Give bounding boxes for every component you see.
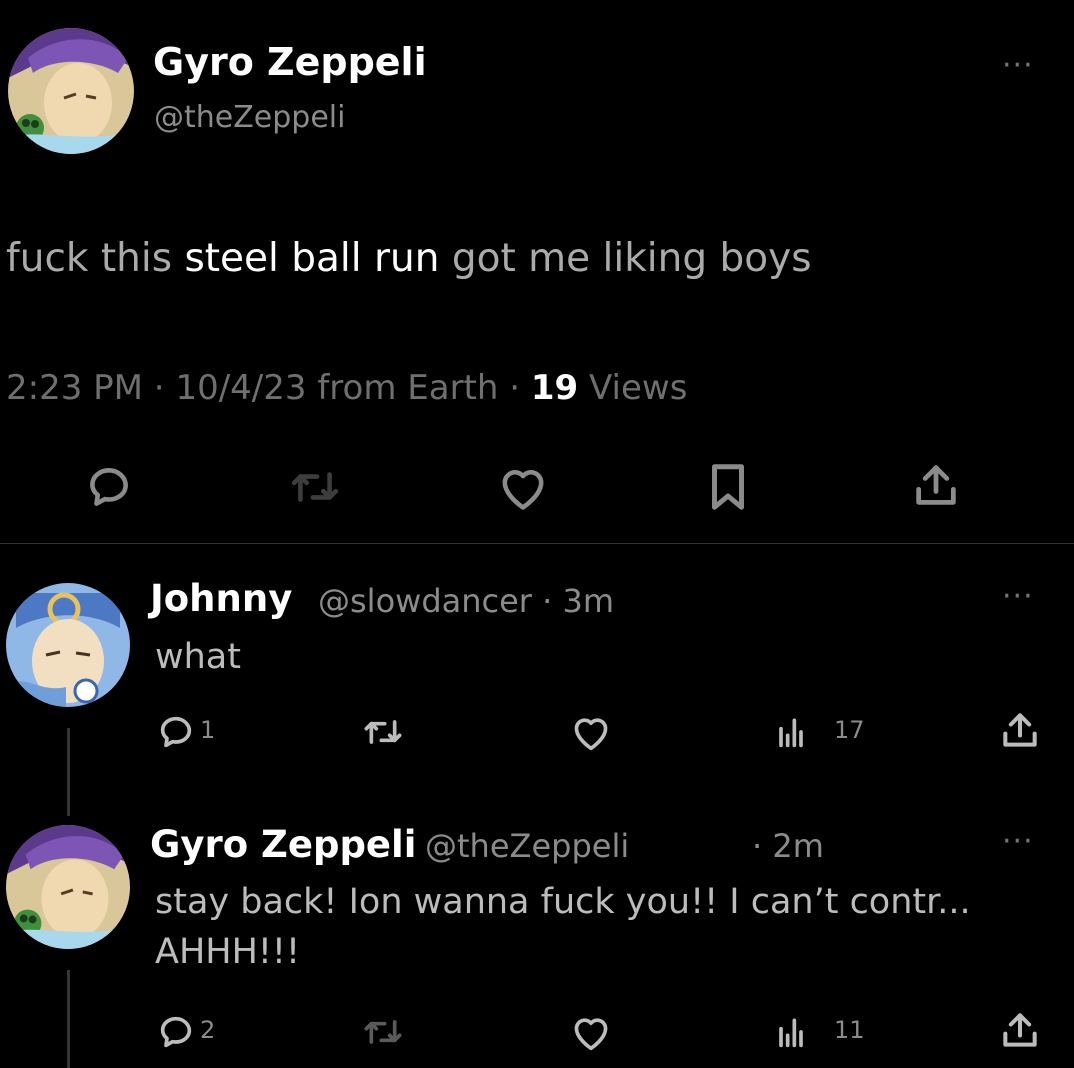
avatar-gyro[interactable] — [6, 825, 130, 949]
tweet-text-start: fuck this — [6, 236, 185, 281]
reply-author-name[interactable]: Johnny — [150, 577, 292, 620]
reply-time[interactable]: 3m — [562, 582, 614, 620]
bookmark-icon[interactable] — [704, 460, 752, 514]
avatar-gyro[interactable] — [8, 28, 134, 154]
meta-separator: · — [143, 368, 176, 408]
reply-icon[interactable] — [84, 462, 134, 512]
reply-text-line-2: AHHH!!! — [155, 932, 300, 972]
views-count: 11 — [834, 1016, 865, 1044]
time-separator: · — [752, 827, 773, 865]
share-icon[interactable] — [998, 708, 1042, 752]
share-icon[interactable] — [910, 458, 962, 512]
tweet-source: from Earth — [306, 368, 499, 408]
reply-text-line-1: stay back! Ion wanna fuck you!! I can’t … — [155, 882, 971, 922]
avatar-johnny[interactable] — [6, 583, 130, 707]
reply-time[interactable]: 2m — [772, 827, 824, 865]
reply-text: what — [155, 637, 241, 677]
like-icon[interactable] — [569, 712, 613, 752]
reply-count: 2 — [200, 1016, 216, 1044]
time-separator: · — [531, 582, 563, 620]
reply-author-name[interactable]: Gyro Zeppeli — [150, 823, 416, 866]
tweet-date[interactable]: 10/4/23 — [175, 368, 306, 408]
thread-line — [67, 970, 70, 1068]
divider — [0, 543, 1074, 544]
views-label: Views — [578, 368, 688, 408]
views-icon[interactable] — [776, 712, 806, 752]
share-icon[interactable] — [998, 1008, 1042, 1052]
thread-line — [67, 728, 70, 816]
retweet-icon[interactable] — [287, 462, 343, 512]
author-name[interactable]: Gyro Zeppeli — [153, 40, 427, 84]
reply-count: 1 — [200, 716, 216, 744]
like-icon[interactable] — [569, 1012, 613, 1052]
views-count: 17 — [834, 716, 865, 744]
tweet-time[interactable]: 2:23 PM — [6, 368, 143, 408]
tweet-text-highlight[interactable]: steel ball run — [184, 236, 439, 281]
retweet-icon[interactable] — [360, 1012, 406, 1052]
tweet-text: fuck this steel ball run got me liking b… — [6, 236, 812, 281]
views-count[interactable]: 19 — [531, 368, 578, 408]
more-options-icon[interactable]: ··· — [1002, 51, 1034, 81]
reply-author-handle[interactable]: @slowdancer · 3m — [318, 582, 614, 620]
more-options-icon[interactable]: ··· — [1002, 827, 1034, 857]
more-options-icon[interactable]: ··· — [1002, 582, 1034, 612]
meta-separator: · — [498, 368, 531, 408]
reply-icon[interactable] — [156, 712, 196, 752]
reply-time-wrap: · 2m — [752, 827, 824, 865]
tweet-meta: 2:23 PM · 10/4/23 from Earth · 19 Views — [6, 368, 687, 408]
reply-handle-text[interactable]: @slowdancer — [318, 582, 532, 620]
retweet-icon[interactable] — [360, 712, 406, 752]
views-icon[interactable] — [776, 1012, 806, 1052]
tweet-text-end: got me liking boys — [439, 236, 812, 281]
reply-author-handle[interactable]: @theZeppeli — [425, 827, 629, 865]
author-handle[interactable]: @theZeppeli — [154, 100, 345, 135]
reply-icon[interactable] — [156, 1012, 196, 1052]
like-icon[interactable] — [495, 462, 551, 512]
